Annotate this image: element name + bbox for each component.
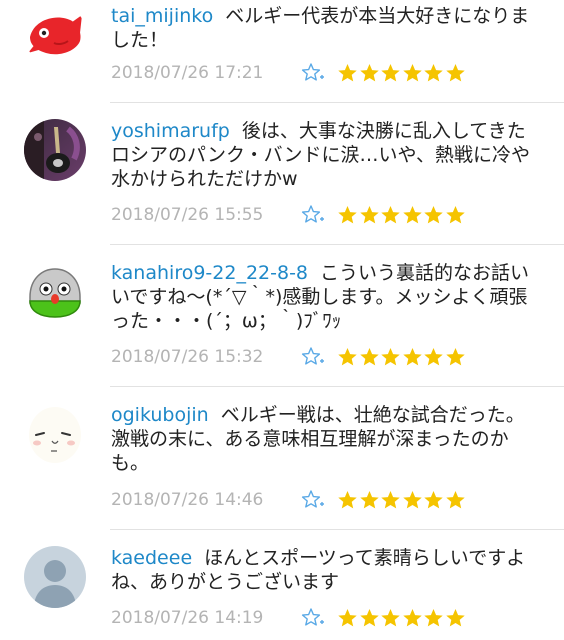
star-icon (402, 63, 423, 83)
timestamp: 2018/07/26 15:32 (111, 347, 264, 367)
comment-body: tai_mijinko ベルギー代表が本当大好きになりました！ (111, 4, 541, 52)
timestamp: 2018/07/26 15:55 (111, 205, 264, 225)
comment-meta: 2018/07/26 14:46 (111, 488, 466, 512)
timestamp: 2018/07/26 14:19 (111, 608, 264, 628)
star-icon (402, 490, 423, 510)
star-icon (402, 347, 423, 367)
star-icon (359, 490, 380, 510)
comment-meta: 2018/07/26 15:32 (111, 345, 466, 369)
star-icon (423, 205, 444, 225)
face-drawing-avatar-icon (24, 403, 86, 465)
star-icon (423, 490, 444, 510)
comment-body: yoshimarufp 後は、大事な決勝に乱入してきたロシアのパンク・バンドに涙…… (111, 119, 541, 191)
divider (110, 102, 564, 103)
star-icon (423, 347, 444, 367)
star-rating (337, 347, 466, 367)
add-star-icon[interactable] (301, 489, 325, 511)
star-icon (380, 63, 401, 83)
star-icon (402, 608, 423, 628)
timestamp: 2018/07/26 17:21 (111, 63, 264, 83)
username-link[interactable]: kaedeee (111, 547, 192, 569)
star-icon (337, 608, 358, 628)
star-icon (380, 205, 401, 225)
star-rating (337, 608, 466, 628)
star-icon (445, 347, 466, 367)
username-link[interactable]: yoshimarufp (111, 120, 230, 142)
red-fish-avatar-icon (24, 3, 86, 65)
star-icon (337, 63, 358, 83)
avatar[interactable] (24, 3, 86, 65)
divider (110, 244, 564, 245)
star-icon (380, 608, 401, 628)
star-rating (337, 63, 466, 83)
avatar[interactable] (24, 119, 86, 181)
star-rating (337, 205, 466, 225)
guitar-photo-avatar-icon (24, 119, 86, 181)
star-icon (445, 63, 466, 83)
username-link[interactable]: ogikubojin (111, 404, 209, 426)
comment-meta: 2018/07/26 17:21 (111, 61, 466, 85)
star-icon (423, 608, 444, 628)
star-icon (337, 205, 358, 225)
avatar[interactable] (24, 546, 86, 608)
star-icon (380, 490, 401, 510)
comment-body: kanahiro9-22_22-8-8 こういう裏話的なお話いいですね〜(*´▽｀… (111, 261, 541, 333)
star-icon (337, 347, 358, 367)
star-icon (359, 63, 380, 83)
timestamp: 2018/07/26 14:46 (111, 490, 264, 510)
divider (110, 386, 564, 387)
comment-meta: 2018/07/26 15:55 (111, 203, 466, 227)
green-character-avatar-icon (24, 261, 86, 323)
star-icon (445, 205, 466, 225)
username-link[interactable]: kanahiro9-22_22-8-8 (111, 262, 308, 284)
add-star-icon[interactable] (301, 62, 325, 84)
add-star-icon[interactable] (301, 204, 325, 226)
add-star-icon[interactable] (301, 346, 325, 368)
comment-body: ogikubojin ベルギー戦は、壮絶な試合だった。激戦の末に、ある意味相互理解… (111, 403, 541, 475)
star-icon (359, 205, 380, 225)
star-icon (359, 608, 380, 628)
star-icon (445, 608, 466, 628)
divider (110, 529, 564, 530)
avatar[interactable] (24, 261, 86, 323)
star-icon (445, 490, 466, 510)
add-star-icon[interactable] (301, 607, 325, 629)
star-icon (423, 63, 444, 83)
star-icon (337, 490, 358, 510)
comment-body: kaedeee ほんとスポーツって素晴らしいですよね、ありがとうございます (111, 546, 541, 594)
star-rating (337, 490, 466, 510)
star-icon (359, 347, 380, 367)
star-icon (380, 347, 401, 367)
username-link[interactable]: tai_mijinko (111, 5, 213, 27)
default-user-avatar-icon (24, 546, 86, 608)
comment-meta: 2018/07/26 14:19 (111, 606, 466, 630)
avatar[interactable] (24, 403, 86, 465)
star-icon (402, 205, 423, 225)
